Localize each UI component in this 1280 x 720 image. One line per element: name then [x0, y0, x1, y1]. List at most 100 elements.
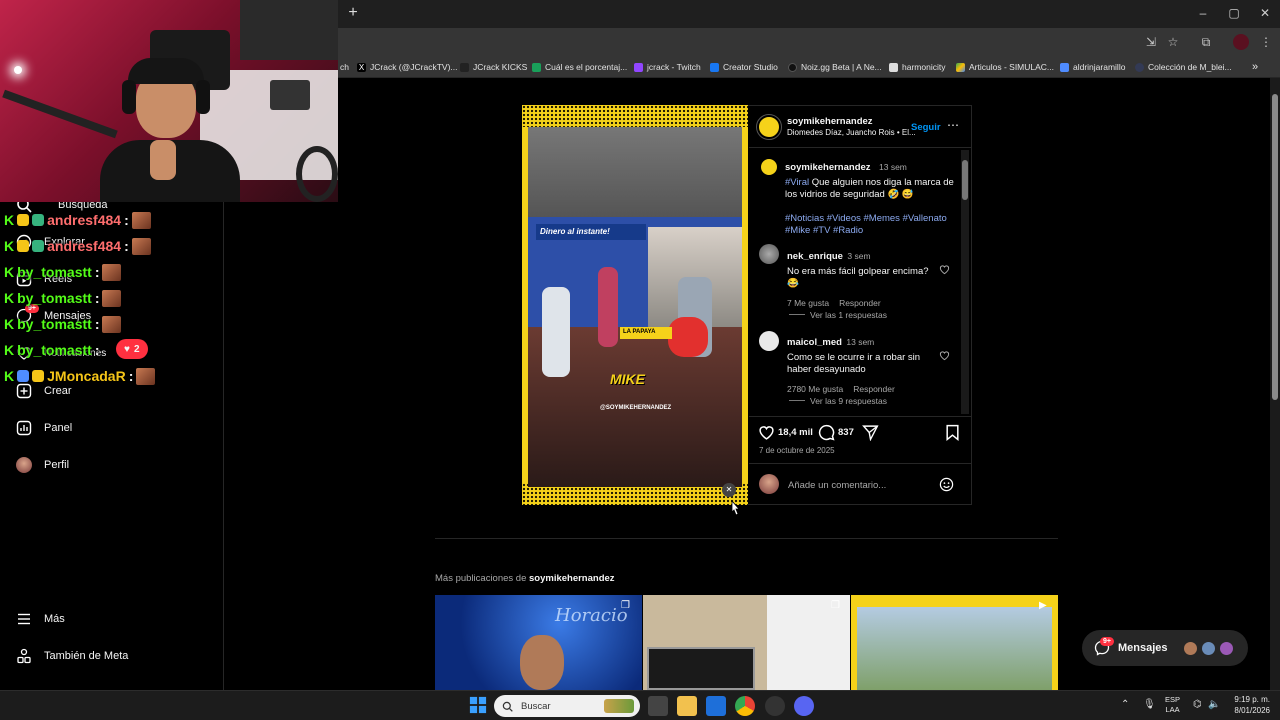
post-details: soymikehernandez Diomedes Díaz, Juancho … — [749, 106, 971, 504]
bookmark-item[interactable]: Cuál es el porcentaj... — [532, 61, 627, 73]
post-thumbnail[interactable]: ❐ — [643, 595, 850, 690]
bookmark-item[interactable]: ch — [340, 61, 349, 73]
system-clock[interactable]: 9:19 p. m. 8/01/2026 — [1234, 694, 1270, 716]
commenter-avatar[interactable] — [759, 244, 779, 264]
divider — [749, 147, 971, 148]
more-posts-heading: Más publicaciones de soymikehernandez — [435, 573, 615, 584]
share-icon[interactable] — [862, 424, 879, 441]
microphone-icon[interactable]: 🎙 — [1143, 699, 1156, 710]
restore-button[interactable]: ▢ — [1219, 4, 1249, 22]
headset-left — [122, 80, 136, 114]
file-explorer-icon[interactable] — [677, 696, 697, 716]
mouse-cursor-icon — [731, 500, 740, 516]
comment: maicol_med 13 sem Como se le ocurre ir a… — [787, 337, 921, 394]
divider — [749, 463, 971, 464]
sticker-label: LA PAPAYA — [620, 327, 672, 339]
tray-chevron-icon[interactable]: ⌃ — [1121, 699, 1129, 710]
comment-like-heart-icon[interactable] — [939, 264, 950, 275]
chat-emote — [102, 263, 122, 281]
page-scrollbar[interactable] — [1270, 78, 1280, 690]
author-username[interactable]: soymikehernandez — [787, 116, 873, 127]
divider — [749, 416, 971, 417]
bookmarks-overflow-button[interactable]: » — [1252, 61, 1258, 73]
kick-badge-icon: K — [4, 368, 15, 384]
kick-logo-icon — [460, 62, 469, 72]
mute-icon[interactable]: ✕ — [722, 483, 736, 497]
comment-count[interactable]: 837 — [838, 427, 854, 438]
follow-button[interactable]: Seguir — [911, 122, 941, 133]
nav-item-panel[interactable]: Panel — [16, 418, 72, 438]
view-replies-button[interactable]: Ver las 9 respuestas — [810, 396, 887, 406]
comments-scrollbar[interactable] — [961, 150, 969, 414]
site-icon — [532, 62, 541, 72]
bookmark-item[interactable]: harmonicity — [889, 61, 945, 73]
nav-item-also-from-meta[interactable]: También de Meta — [16, 646, 128, 666]
bookmark-item[interactable]: aldrinjaramillo — [1060, 61, 1125, 73]
taskbar-search[interactable]: Buscar — [494, 695, 640, 717]
messages-floating-button[interactable]: Mensajes — [1082, 630, 1248, 666]
windows-start-icon[interactable] — [469, 696, 489, 716]
bookmark-icon[interactable] — [945, 424, 960, 441]
post-video[interactable]: Dinero al instante! LA PAPAYA MIKE @SOYM… — [522, 105, 748, 505]
sub-badge-icon — [17, 240, 30, 252]
caption-avatar[interactable] — [759, 157, 779, 177]
chrome-icon[interactable] — [735, 696, 755, 716]
bookmark-item[interactable]: Creator Studio — [710, 61, 778, 73]
task-view-icon[interactable] — [648, 696, 668, 716]
more-options-icon[interactable]: ⋯ — [947, 118, 959, 132]
x-logo-icon: X — [357, 62, 366, 72]
language-indicator[interactable]: ESP LAA — [1165, 695, 1180, 715]
comment-like-heart-icon[interactable] — [939, 350, 950, 361]
new-tab-button[interactable]: + — [344, 4, 362, 22]
network-icon[interactable]: ⌬ — [1193, 699, 1202, 710]
bookmark-item[interactable]: JCrack KICKS — [460, 61, 527, 73]
reel-icon: ▶ — [1039, 600, 1047, 611]
bookmark-item[interactable]: jcrack - Twitch — [634, 61, 701, 73]
kick-badge-icon: K — [4, 264, 15, 280]
bookmark-item[interactable]: Noiz.gg Beta | A Ne... — [788, 61, 882, 73]
section-divider — [435, 538, 1058, 539]
bookmark-item[interactable]: Colección de M_blei... — [1135, 61, 1232, 73]
site-icon — [1135, 62, 1144, 72]
commenter-avatar[interactable] — [759, 331, 779, 351]
hand — [150, 140, 176, 180]
page-scroll-thumb[interactable] — [1272, 94, 1278, 400]
post-date: 7 de octubre de 2025 — [759, 446, 835, 455]
volume-icon[interactable]: 🔈 — [1208, 699, 1220, 710]
like-count[interactable]: 18,4 mil — [778, 427, 813, 438]
nav-item-profile[interactable]: Perfil — [16, 455, 69, 475]
search-highlight-icon — [604, 699, 634, 713]
browser-menu-icon[interactable]: ⋮ — [1258, 34, 1274, 50]
replies-line — [789, 400, 805, 401]
minimize-button[interactable]: ‒ — [1188, 4, 1218, 22]
comment: nek_enrique 3 sem No era más fácil golpe… — [787, 251, 929, 308]
add-comment-input[interactable]: Añade un comentario... — [788, 480, 886, 491]
bookmark-item[interactable]: X JCrack (@JCrackTV)... — [357, 61, 458, 73]
twitch-logo-icon — [634, 62, 643, 72]
windows-taskbar: Buscar ⌃ 🎙 ESP LAA ⌬ 🔈 9:19 p. m. 8/01/2… — [0, 690, 1280, 720]
streamer-webcam — [0, 0, 338, 202]
steering-wheel — [296, 146, 338, 202]
discord-icon[interactable] — [794, 696, 814, 716]
bookmark-item[interactable]: Articulos - SIMULAC... — [956, 61, 1054, 73]
chat-emote — [131, 211, 151, 229]
post-thumbnail[interactable]: ▶ — [851, 595, 1058, 690]
chat-message: K by_tomastt : — [4, 342, 100, 358]
comments-scroll-thumb[interactable] — [962, 160, 968, 200]
obs-icon[interactable] — [765, 696, 785, 716]
mail-icon[interactable] — [706, 696, 726, 716]
audio-subtitle[interactable]: Diomedes Díaz, Juancho Rois • El... — [787, 128, 917, 137]
author-avatar[interactable] — [756, 114, 782, 140]
extensions-icon[interactable]: ⧉ — [1198, 34, 1214, 50]
like-heart-icon[interactable] — [758, 424, 775, 441]
view-replies-button[interactable]: Ver las 1 respuestas — [810, 310, 887, 320]
nav-item-more[interactable]: Más — [16, 609, 65, 629]
post-thumbnail[interactable]: Horacio ❐ — [435, 595, 642, 690]
close-button[interactable]: ✕ — [1250, 4, 1280, 22]
install-app-icon[interactable]: ⇲ — [1143, 34, 1159, 50]
notification-bubble[interactable]: ♥ 2 — [116, 339, 148, 359]
profile-avatar-icon[interactable] — [1233, 34, 1249, 50]
bookmark-star-icon[interactable]: ☆ — [1165, 34, 1181, 50]
comment-bubble-icon[interactable] — [818, 424, 835, 441]
emoji-icon[interactable] — [939, 477, 954, 492]
